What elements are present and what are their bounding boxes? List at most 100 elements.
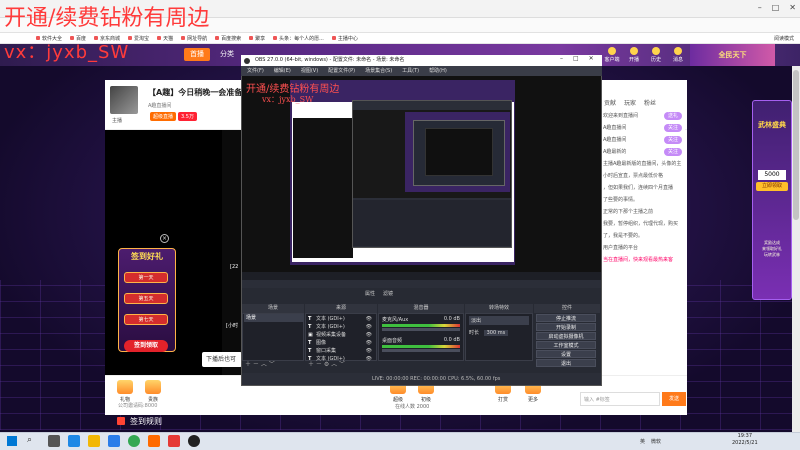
duration-input[interactable]: 300 ms	[483, 330, 509, 336]
close-icon[interactable]: ✕	[589, 55, 594, 62]
gift-day-button[interactable]: 第七天	[124, 314, 168, 325]
avatar[interactable]	[110, 86, 138, 114]
gift-panel-title: 签到好礼	[131, 252, 163, 261]
menu-help[interactable]: 帮助(H)	[429, 66, 447, 76]
chat-input[interactable]: 输入 #标签	[580, 392, 660, 406]
bookmark-item[interactable]: 百度搜索	[215, 35, 241, 42]
filters-button[interactable]: 滤镜	[383, 288, 393, 300]
nav-category[interactable]: 分类	[214, 48, 240, 61]
source-toolbar: 属性 滤镜	[365, 288, 393, 300]
room-stat: 在线人数 2000	[395, 404, 430, 410]
sources-dock-footer[interactable]: ＋ － ⚙ ︿ ﹀	[305, 361, 345, 369]
mixer-channel: 桌面音频 0.0 dB	[382, 337, 460, 344]
clock[interactable]: 19:37 2022/5/21	[732, 433, 758, 447]
source-item[interactable]: T 文本 (GDI+) 👁	[308, 323, 374, 331]
app-icon[interactable]	[148, 435, 160, 447]
read-mode-button[interactable]: 阅读模式	[774, 35, 794, 42]
settings-button[interactable]: 设置	[536, 350, 596, 358]
history-icon[interactable]: 历史	[648, 47, 664, 63]
store-icon[interactable]	[108, 435, 120, 447]
start-recording-button[interactable]: 开始录制	[536, 323, 596, 331]
obs-taskbar-icon[interactable]	[188, 435, 200, 447]
ad-title: 武林盛典	[758, 121, 786, 129]
exit-button[interactable]: 退出	[536, 359, 596, 367]
scrollbar-thumb[interactable]	[793, 70, 799, 220]
message-icon[interactable]: 消息	[670, 47, 686, 63]
anchor-label: 主播	[112, 118, 123, 124]
tab-contribution[interactable]: 贡献	[604, 98, 616, 110]
transition-select[interactable]: 淡出	[469, 316, 529, 325]
volume-slider[interactable]	[382, 349, 460, 352]
menu-profile[interactable]: 配置文件(P)	[328, 66, 355, 76]
properties-button[interactable]: 属性	[365, 288, 375, 300]
stop-streaming-button[interactable]: 停止推流	[536, 314, 596, 322]
video-overlay-text: [小时	[226, 323, 238, 329]
system-tray: 英 微软	[640, 438, 661, 445]
bookmark-item[interactable]: 天猫	[157, 35, 173, 42]
list-item: A趣最新的 关注	[600, 146, 685, 158]
capture-nested-video	[293, 118, 353, 258]
ad-button[interactable]: 立即领取	[756, 182, 788, 191]
explorer-icon[interactable]	[88, 435, 100, 447]
tab-players[interactable]: 玩家	[624, 98, 636, 110]
source-item[interactable]: ▣ 视频采集设备 👁	[308, 331, 374, 339]
tray-item[interactable]: 微软	[651, 438, 661, 445]
bookmark-item[interactable]: 主播中心	[332, 35, 358, 42]
taskbar	[0, 432, 800, 450]
room-title: 【A趣】今日稍晚一会准备	[148, 88, 243, 97]
ad-number: 5000	[758, 170, 786, 180]
mixer-channel: 麦克风/Aux 0.0 dB	[382, 316, 460, 323]
tray-item[interactable]: 英	[640, 438, 645, 445]
gift-day-button[interactable]: 第一天	[124, 272, 168, 283]
chrome-icon[interactable]	[128, 435, 140, 447]
volume-slider[interactable]	[382, 328, 460, 331]
search-icon[interactable]: ⌕	[27, 435, 32, 445]
gift-icon[interactable]: 礼物	[112, 380, 138, 403]
app-icon[interactable]	[168, 435, 180, 447]
bookmark-item[interactable]: 聚享	[249, 35, 265, 42]
menu-tools[interactable]: 工具(T)	[402, 66, 419, 76]
close-icon[interactable]: ×	[160, 234, 169, 243]
scene-dock-footer[interactable]: ＋ － ︿ ﹀	[242, 361, 275, 369]
signin-rules-link[interactable]: 签到规则	[130, 416, 162, 427]
studio-mode-button[interactable]: 工作室模式	[536, 341, 596, 349]
minimize-icon[interactable]: –	[758, 3, 762, 12]
virtual-camera-button[interactable]: 启动虚拟摄像机	[536, 332, 596, 340]
bookmark-item[interactable]: 网址导航	[181, 35, 207, 42]
client-icon[interactable]: 客户端	[604, 47, 620, 63]
mixer-dock: 麦克风/Aux 0.0 dB 桌面音频 0.0 dB	[378, 313, 464, 361]
nav-home[interactable]: 首播	[184, 48, 210, 61]
menu-edit[interactable]: 编辑(E)	[274, 66, 291, 76]
gift-icon[interactable]: 贵族	[140, 380, 166, 403]
obs-window-controls: – □ ✕	[560, 55, 594, 62]
header-banner[interactable]: 全民天下	[690, 44, 775, 66]
broadcast-icon[interactable]: 开播	[626, 47, 642, 63]
maximize-icon[interactable]: □	[772, 3, 780, 12]
chat-list: 欢迎来到直播间 送礼 A趣直播间 关注 A趣直播间 关注 A趣最新的 关注 主播A趣最新…	[600, 110, 685, 375]
clock-date: 2022/5/21	[732, 440, 758, 446]
edge-icon[interactable]	[68, 435, 80, 447]
source-item[interactable]: T 文本 (GDI+) 👁	[308, 315, 374, 323]
room-tag[interactable]: 超级直播	[150, 112, 177, 121]
claim-button[interactable]: 签到领取	[124, 340, 168, 352]
scene-item[interactable]: 场景	[244, 314, 304, 322]
source-item[interactable]: T 窗口采集 👁	[308, 347, 374, 355]
menu-file[interactable]: 文件(F)	[247, 66, 264, 76]
side-ad[interactable]	[752, 100, 792, 300]
source-item[interactable]: T 图像 👁	[308, 339, 374, 347]
task-view-icon[interactable]	[48, 435, 60, 447]
window-controls: – □ ✕	[758, 3, 796, 12]
bookmark-item[interactable]: 爱淘宝	[128, 35, 149, 42]
close-icon[interactable]: ✕	[789, 3, 796, 12]
maximize-icon[interactable]: □	[573, 55, 579, 62]
menu-scene-collection[interactable]: 场景集合(S)	[365, 66, 392, 76]
gift-day-button[interactable]: 第五天	[124, 293, 168, 304]
bookmark-item[interactable]: 头条：每个人的愿...	[273, 35, 324, 42]
tab-fans[interactable]: 粉丝	[644, 98, 656, 110]
capture-nested-4	[425, 128, 493, 176]
send-button[interactable]: 发送	[662, 392, 686, 406]
windows-start-icon[interactable]	[7, 436, 17, 446]
menu-view[interactable]: 视图(V)	[301, 66, 318, 76]
minimize-icon[interactable]: –	[560, 55, 563, 62]
transitions-dock: 淡出 时长 300 ms	[465, 313, 533, 361]
